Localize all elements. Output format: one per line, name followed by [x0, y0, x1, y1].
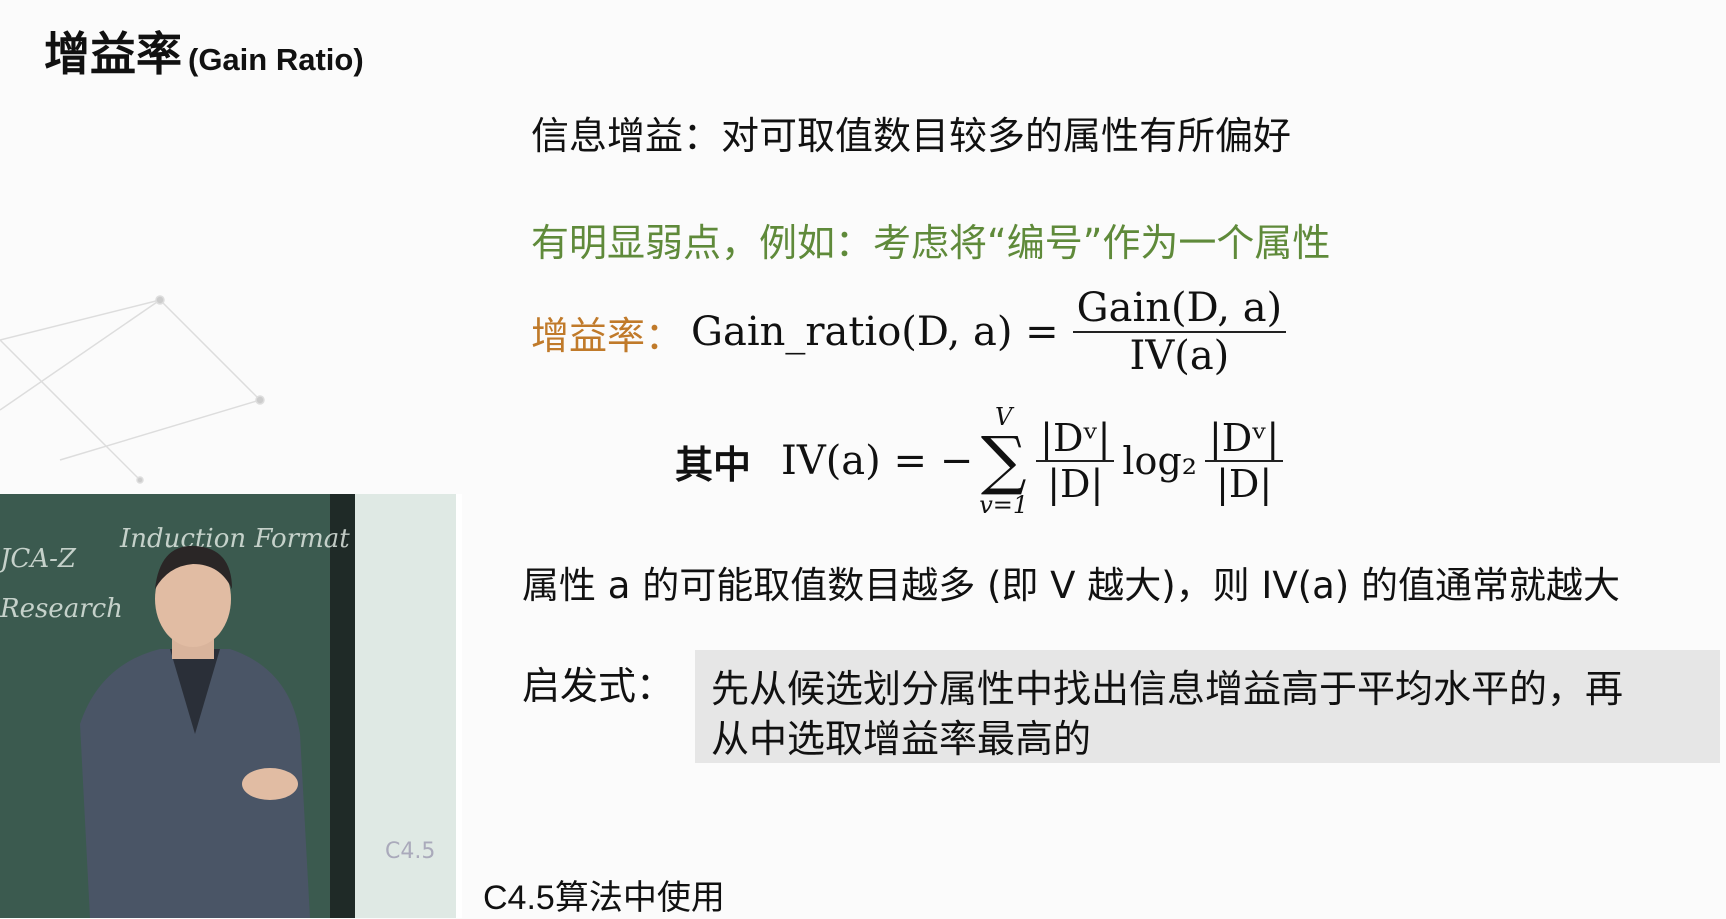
iv-fraction-2: |Dᵛ| |D|: [1205, 416, 1284, 506]
screen-text: C4.5: [385, 839, 436, 864]
iv-fraction-1: |Dᵛ| |D|: [1036, 416, 1115, 506]
heuristic-text-2: 从中选取增益率最高的: [711, 717, 1092, 761]
sigma-icon: ∑: [980, 424, 1027, 498]
info-gain-bias-text: 信息增益：对可取值数目较多的属性有所偏好: [531, 114, 1292, 158]
summation: V ∑ v=1: [979, 405, 1028, 517]
frac-denominator: |D|: [1047, 462, 1104, 506]
numerator: Gain(D, a): [1072, 285, 1287, 333]
sum-lower: v=1: [979, 491, 1029, 519]
gain-ratio-fraction: Gain(D, a) IV(a): [1072, 285, 1287, 379]
title-en: (Gain Ratio): [188, 42, 364, 77]
slide-title: 增益率 (Gain Ratio): [44, 18, 364, 84]
lecturer-figure: [80, 545, 310, 918]
iv-lhs: IV(a) = −: [781, 438, 974, 484]
iv-explanation-text: 属性 a 的可能取值数目越多 (即 V 越大)，则 IV(a) 的值通常就越大: [522, 564, 1620, 607]
heuristic-text-1: 先从候选划分属性中找出信息增益高于平均水平的，再: [711, 667, 1624, 711]
lecturer-video: C4.5 Induction Format Research JCA-Z: [0, 494, 462, 918]
network-decoration: [0, 295, 265, 484]
heuristic-label: 启发式：: [522, 664, 675, 708]
heuristic-box: 先从候选划分属性中找出信息增益高于平均水平的，再 从中选取增益率最高的: [695, 650, 1720, 763]
iv-label: 其中: [675, 442, 752, 487]
gain-ratio-formula: 增益率： Gain_ratio(D, a) = Gain(D, a) IV(a): [531, 285, 1287, 379]
gain-ratio-lhs: Gain_ratio(D, a) =: [691, 309, 1059, 355]
projector-screen: C4.5: [355, 494, 456, 918]
iv-formula: 其中 IV(a) = − V ∑ v=1 |Dᵛ| |D| log₂ |Dᵛ| …: [675, 405, 1284, 517]
weakness-text: 有明显弱点，例如：考虑将“编号”作为一个属性: [531, 221, 1331, 265]
frac-denominator: |D|: [1216, 462, 1273, 506]
footer-note: C4.5算法中使用: [483, 879, 725, 917]
log-term: log₂: [1122, 439, 1197, 483]
denominator: IV(a): [1129, 333, 1230, 379]
frac-numerator: |Dᵛ|: [1036, 416, 1115, 462]
gain-ratio-label: 增益率：: [531, 313, 684, 358]
title-zh: 增益率: [44, 27, 182, 81]
frac-numerator: |Dᵛ|: [1205, 416, 1284, 462]
